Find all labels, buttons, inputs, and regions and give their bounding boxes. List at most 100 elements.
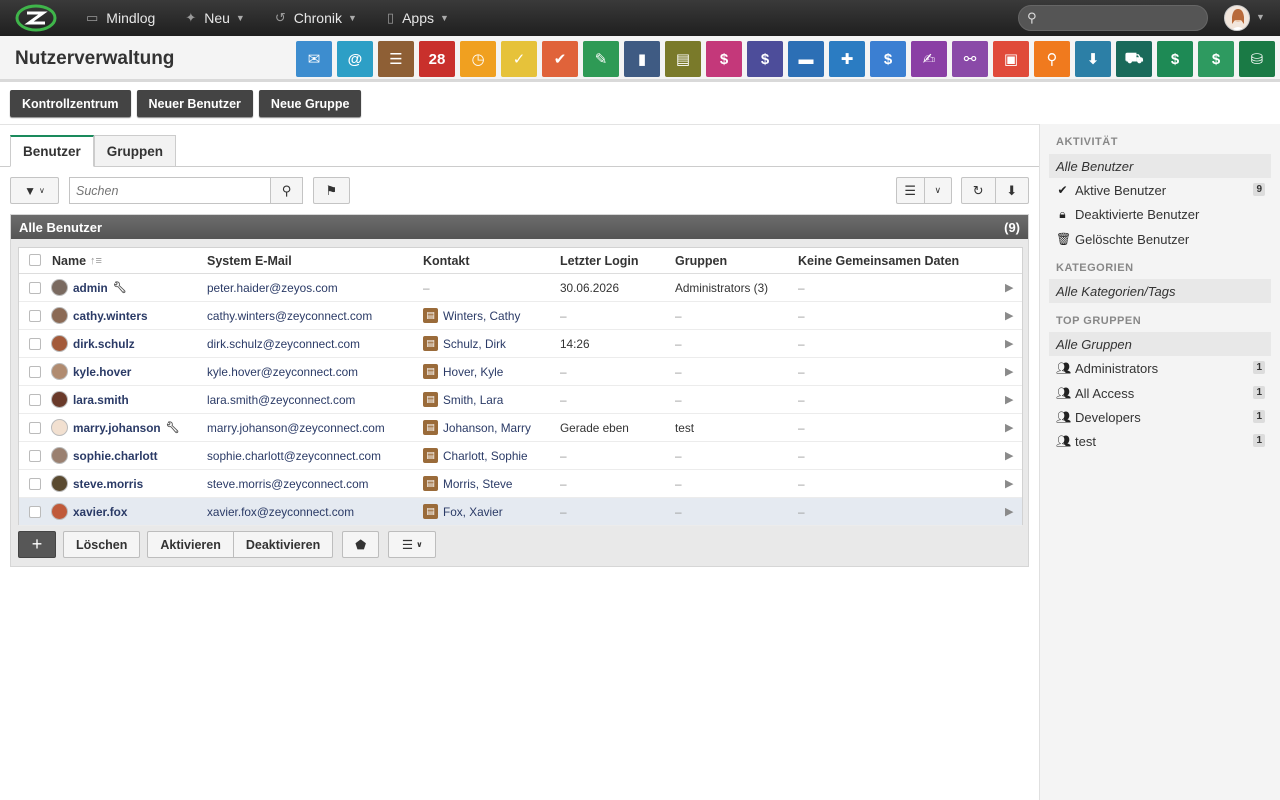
- activate-button[interactable]: Aktivieren: [147, 531, 234, 558]
- sidebar-item-active-users[interactable]: ✔ Aktive Benutzer 9: [1049, 178, 1271, 202]
- search-field[interactable]: [69, 177, 271, 204]
- row-checkbox[interactable]: [29, 450, 41, 462]
- user-contact[interactable]: ▤ Schulz, Dirk: [423, 336, 506, 351]
- sidebar-item-all-groups[interactable]: Alle Gruppen: [1049, 332, 1271, 356]
- zeyos-logo[interactable]: [14, 4, 58, 32]
- more-menu-button[interactable]: ☰ ∨: [388, 531, 437, 558]
- notes-icon[interactable]: ✎: [583, 41, 619, 77]
- new-group-button[interactable]: Neue Gruppe: [258, 90, 362, 117]
- at-icon[interactable]: @: [337, 41, 373, 77]
- sidebar-item-deleted-users[interactable]: 🗑︎ Gelöschte Benutzer: [1049, 227, 1271, 251]
- user-name-link[interactable]: cathy.winters: [51, 307, 148, 324]
- moneybag-icon[interactable]: $: [870, 41, 906, 77]
- row-checkbox[interactable]: [29, 506, 41, 518]
- user-contact[interactable]: ▤ Morris, Steve: [423, 476, 513, 491]
- row-checkbox[interactable]: [29, 422, 41, 434]
- tab-benutzer[interactable]: Benutzer: [10, 135, 94, 167]
- user-email[interactable]: marry.johanson@zeyconnect.com: [207, 421, 385, 435]
- user-name-link[interactable]: steve.morris: [51, 475, 143, 492]
- user-email[interactable]: kyle.hover@zeyconnect.com: [207, 365, 358, 379]
- table-row[interactable]: marry.johanson 🔧︎ marry.johanson@zeyconnec…: [19, 414, 1022, 442]
- tab-gruppen[interactable]: Gruppen: [93, 135, 177, 167]
- delete-button[interactable]: Löschen: [63, 531, 141, 558]
- user-email[interactable]: sophie.charlott@zeyconnect.com: [207, 449, 381, 463]
- user-email[interactable]: dirk.schulz@zeyconnect.com: [207, 337, 360, 351]
- search-input[interactable]: [70, 178, 270, 203]
- mail-icon[interactable]: ✉: [296, 41, 332, 77]
- cash-icon[interactable]: $: [1157, 41, 1193, 77]
- table-row[interactable]: admin 🔧︎ peter.haider@zeyos.com – 30.06.2026…: [19, 274, 1022, 302]
- document-icon[interactable]: ▤: [665, 41, 701, 77]
- col-no-shared-data[interactable]: Keine Gemeinsamen Daten: [798, 254, 959, 268]
- contract-icon[interactable]: ✍: [911, 41, 947, 77]
- global-search[interactable]: ⚲: [1018, 5, 1208, 31]
- cart-icon[interactable]: ⛟: [1116, 41, 1152, 77]
- global-search-input[interactable]: [1047, 9, 1197, 27]
- table-row[interactable]: lara.smith lara.smith@zeyconnect.com ▤ Smit…: [19, 386, 1022, 414]
- table-row[interactable]: sophie.charlott sophie.charlott@zeyconnec…: [19, 442, 1022, 470]
- tag-button[interactable]: ⬟: [342, 531, 380, 558]
- table-row[interactable]: cathy.winters cathy.winters@zeyconnect.co…: [19, 302, 1022, 330]
- table-row[interactable]: xavier.fox xavier.fox@zeyconnect.com ▤ Fox,…: [19, 498, 1022, 526]
- user-contact[interactable]: ▤ Hover, Kyle: [423, 364, 503, 379]
- nav-chronik[interactable]: ↺ Chronik ▼: [275, 0, 357, 36]
- chevron-down-icon[interactable]: ∨: [923, 178, 952, 203]
- database-icon[interactable]: ⛁: [1239, 41, 1275, 77]
- col-last-login[interactable]: Letzter Login: [560, 254, 638, 268]
- support-icon[interactable]: ✚: [829, 41, 865, 77]
- select-all-checkbox[interactable]: [29, 254, 41, 266]
- sidebar-item-deactivated-users[interactable]: 🔒︎ Deaktivierte Benutzer: [1049, 202, 1271, 226]
- user-email[interactable]: xavier.fox@zeyconnect.com: [207, 505, 354, 519]
- user-email[interactable]: steve.morris@zeyconnect.com: [207, 477, 368, 491]
- flag-icon[interactable]: ▶: [1005, 393, 1013, 406]
- flag-icon[interactable]: ▶: [1005, 337, 1013, 350]
- truck-icon[interactable]: ▬: [788, 41, 824, 77]
- table-row[interactable]: steve.morris steve.morris@zeyconnect.com ▤…: [19, 470, 1022, 498]
- col-name[interactable]: Name ↑≡: [52, 254, 102, 268]
- nav-mindlog[interactable]: ▭ Mindlog: [86, 0, 155, 36]
- flag-icon[interactable]: ▶: [1005, 477, 1013, 490]
- user-email[interactable]: cathy.winters@zeyconnect.com: [207, 309, 372, 323]
- flag-icon[interactable]: ▶: [1005, 309, 1013, 322]
- user-name-link[interactable]: lara.smith: [51, 391, 129, 408]
- user-contact[interactable]: ▤ Smith, Lara: [423, 392, 503, 407]
- sidebar-item-all-users[interactable]: Alle Benutzer: [1049, 154, 1271, 178]
- user-name-link[interactable]: marry.johanson 🔧︎: [51, 419, 180, 436]
- user-contact[interactable]: ▤ Charlott, Sophie: [423, 448, 528, 463]
- pricetag-icon[interactable]: $: [1198, 41, 1234, 77]
- flag-icon[interactable]: ▶: [1005, 449, 1013, 462]
- pdf-icon[interactable]: ▣: [993, 41, 1029, 77]
- user-name-link[interactable]: dirk.schulz: [51, 335, 135, 352]
- filter-button[interactable]: ▼ ∨: [10, 177, 59, 204]
- contacts-icon[interactable]: ☰: [378, 41, 414, 77]
- row-checkbox[interactable]: [29, 310, 41, 322]
- timer-icon[interactable]: ◷: [460, 41, 496, 77]
- sidebar-item-all-categories[interactable]: Alle Kategorien/Tags: [1049, 279, 1271, 303]
- user-email[interactable]: lara.smith@zeyconnect.com: [207, 393, 355, 407]
- sidebar-item-group-administrators[interactable]: 👥︎ Administrators 1: [1049, 356, 1271, 380]
- nav-neu[interactable]: ✦ Neu ▼: [185, 0, 245, 36]
- deactivate-button[interactable]: Deaktivieren: [233, 531, 334, 558]
- sidebar-item-group-developers[interactable]: 👥︎ Developers 1: [1049, 405, 1271, 429]
- cashdesk-icon[interactable]: $: [706, 41, 742, 77]
- dollar-icon[interactable]: $: [747, 41, 783, 77]
- user-name-link[interactable]: admin 🔧︎: [51, 279, 127, 296]
- user-name-link[interactable]: xavier.fox: [51, 503, 127, 520]
- add-button[interactable]: +: [18, 531, 56, 558]
- col-groups[interactable]: Gruppen: [675, 254, 727, 268]
- new-user-button[interactable]: Neuer Benutzer: [136, 90, 253, 117]
- col-email[interactable]: System E-Mail: [207, 254, 292, 268]
- row-checkbox[interactable]: [29, 366, 41, 378]
- list-icon[interactable]: ☰: [897, 178, 924, 203]
- handshake-icon[interactable]: ⚯: [952, 41, 988, 77]
- bookmark-icon[interactable]: ▮: [624, 41, 660, 77]
- flag-icon[interactable]: ▶: [1005, 281, 1013, 294]
- user-email[interactable]: peter.haider@zeyos.com: [207, 281, 338, 295]
- flag-filter-button[interactable]: ⚑: [313, 177, 350, 204]
- kontrollzentrum-button[interactable]: Kontrollzentrum: [10, 90, 131, 117]
- col-contact[interactable]: Kontakt: [423, 254, 470, 268]
- search-button[interactable]: ⚲: [270, 177, 303, 204]
- download-icon[interactable]: ⬇: [1075, 41, 1111, 77]
- calendar-icon[interactable]: 28: [419, 41, 455, 77]
- tasks-icon[interactable]: ✓: [501, 41, 537, 77]
